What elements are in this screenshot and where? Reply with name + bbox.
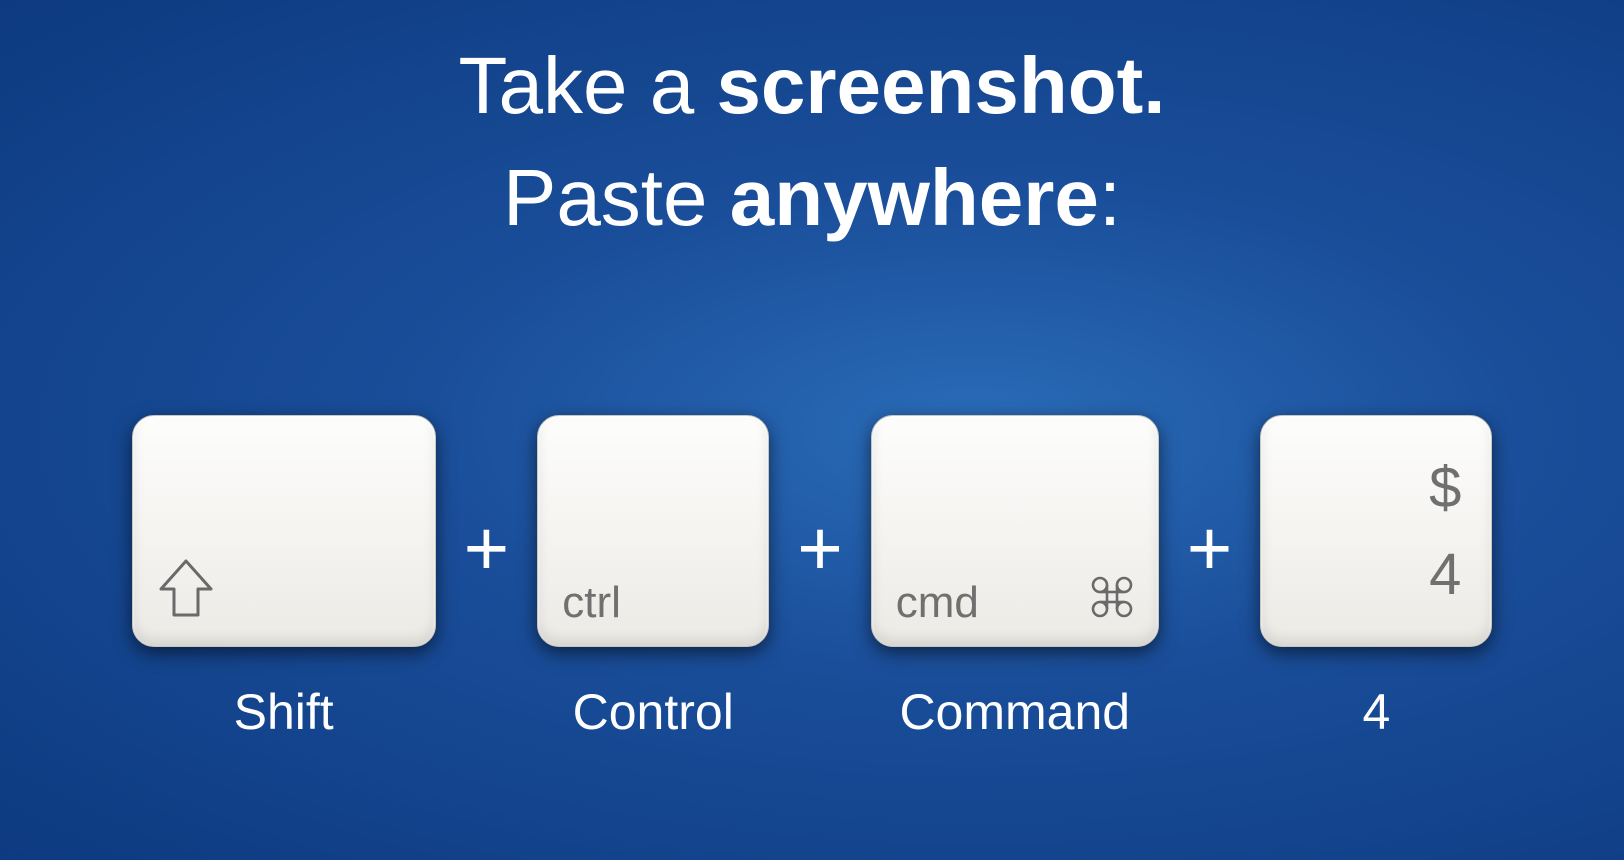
shift-arrow-icon [157, 557, 215, 624]
key-shift [132, 415, 436, 647]
plus-separator: + [464, 503, 510, 594]
headline: Take a screenshot. Paste anywhere: [0, 30, 1624, 254]
key-group-command: cmd [871, 415, 1159, 741]
key-under-label-control: Control [573, 683, 734, 741]
key-group-four: $ 4 4 [1260, 415, 1492, 741]
key-under-label-four: 4 [1362, 683, 1390, 741]
plus-separator: + [797, 503, 843, 594]
headline-line1-bold: screenshot. [716, 41, 1165, 130]
key-group-shift: Shift [132, 415, 436, 741]
key-control: ctrl [537, 415, 769, 647]
headline-line2-suffix: : [1099, 153, 1121, 242]
headline-line1-prefix: Take a [459, 41, 717, 130]
key-cap-four: 4 [1429, 541, 1461, 608]
key-cap-cmd: cmd [896, 578, 979, 628]
key-under-label-command: Command [899, 683, 1130, 741]
key-four: $ 4 [1260, 415, 1492, 647]
key-under-label-shift: Shift [234, 683, 334, 741]
key-cap-ctrl: ctrl [562, 578, 621, 628]
headline-line2-bold: anywhere [730, 153, 1099, 242]
headline-line2-prefix: Paste [503, 153, 730, 242]
key-cap-dollar: $ [1429, 454, 1461, 521]
command-symbol-icon [1090, 575, 1134, 624]
key-shortcut-row: Shift + ctrl Control + cmd [40, 415, 1584, 741]
key-command: cmd [871, 415, 1159, 647]
key-group-control: ctrl Control [537, 415, 769, 741]
plus-separator: + [1187, 503, 1233, 594]
